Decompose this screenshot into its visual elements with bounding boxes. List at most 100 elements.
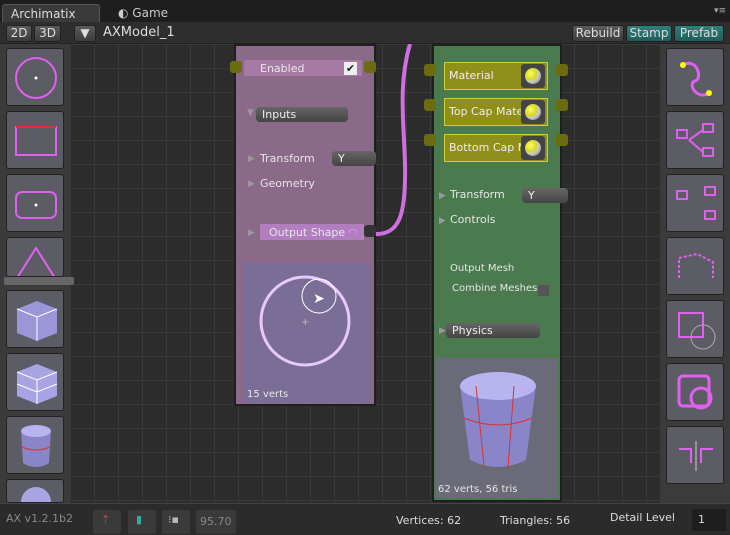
geometry-triangle-icon[interactable]: ▶ — [248, 179, 255, 189]
controls-triangle-icon[interactable]: ▶ — [439, 216, 446, 226]
rounded-rect-icon — [15, 191, 57, 219]
layout-graph-button[interactable]: ⁝▪ — [162, 510, 190, 534]
hierarchy-icon: ⁝▪ — [168, 513, 179, 526]
cube-grid-icon — [16, 364, 58, 404]
mesh-preview-stats: 62 verts, 56 tris — [438, 484, 518, 495]
detail-level-input[interactable]: 1 — [692, 509, 726, 531]
material-sphere-icon[interactable] — [521, 64, 545, 88]
offset-icon — [678, 252, 714, 278]
output-port[interactable] — [556, 99, 568, 111]
stack-up-icon: ⇡ — [101, 513, 111, 526]
material-slot: Material — [444, 62, 548, 90]
circle-shape-tool[interactable] — [6, 48, 64, 106]
physics-foldout[interactable]: Physics — [446, 323, 540, 338]
output-port[interactable] — [556, 64, 568, 76]
input-port[interactable] — [230, 61, 242, 73]
version-label: AX v1.2.1b2 — [6, 512, 74, 525]
output-mesh-label: Output Mesh — [450, 263, 515, 274]
insert-node-button[interactable]: ▮ — [128, 510, 156, 534]
output-triangle-icon[interactable]: ▶ — [248, 228, 255, 238]
cursor-icon: ➤ — [313, 291, 325, 307]
rectangle-shape-tool[interactable] — [6, 111, 64, 169]
merge-icon — [676, 123, 714, 157]
offset-shape-tool[interactable] — [666, 237, 724, 295]
cylinder-mesh-tool[interactable] — [6, 416, 64, 474]
transform-axis-select[interactable]: Y — [332, 151, 376, 166]
distributor-icon — [676, 186, 716, 220]
input-port[interactable] — [424, 99, 436, 111]
transform-triangle-icon[interactable]: ▶ — [439, 191, 446, 201]
boolean-icon — [678, 312, 716, 350]
merge-shapes-tool[interactable] — [666, 111, 724, 169]
top-cap-material-slot: Top Cap Mate — [444, 98, 548, 126]
prefab-button[interactable]: Prefab — [674, 25, 724, 42]
tab-game[interactable]: ◐ Game — [110, 4, 176, 22]
boolean-shape-tool[interactable] — [666, 300, 724, 358]
freeform-shape-tool[interactable] — [666, 48, 724, 106]
dropdown-button[interactable]: ▼ — [74, 25, 96, 42]
material-sphere-icon[interactable] — [521, 136, 545, 160]
vertices-count: Vertices: 62 — [396, 514, 462, 527]
ring-shape-tool[interactable] — [666, 363, 724, 421]
right-palette — [660, 44, 730, 503]
bottom-cap-material-slot: Bottom Cap M — [444, 134, 548, 162]
rebuild-button[interactable]: Rebuild — [572, 25, 624, 42]
sphere-mesh-tool[interactable] — [6, 479, 64, 503]
enabled-checkbox[interactable]: ✔ — [344, 62, 357, 75]
combine-meshes-checkbox[interactable] — [538, 285, 549, 296]
toolbar: 2D 3D ▼ AXModel_1 Rebuild Stamp Prefab — [0, 22, 730, 44]
shape-preview: + ➤ 15 verts — [243, 263, 369, 403]
physics-triangle-icon[interactable]: ▶ — [439, 326, 446, 336]
transform-label: Transform — [450, 188, 505, 201]
sphere-icon — [21, 487, 51, 502]
cube-icon — [16, 301, 58, 341]
left-palette — [0, 44, 74, 503]
stamp-button[interactable]: Stamp — [626, 25, 672, 42]
shape-distributor-tool[interactable] — [666, 174, 724, 232]
detail-level-label: Detail Level — [610, 511, 675, 524]
output-port[interactable] — [556, 134, 568, 146]
grid-box-mesh-tool[interactable] — [6, 353, 64, 411]
top-cap-material-label: Top Cap Mate — [449, 105, 524, 118]
mirror-shape-tool[interactable] — [666, 426, 724, 484]
palette-splitter[interactable] — [4, 277, 74, 285]
output-shape-label: Output Shape — [269, 226, 346, 239]
game-icon: ◐ — [118, 6, 133, 20]
3d-button[interactable]: 3D — [34, 25, 61, 42]
tab-archimatix[interactable]: Archimatix — [2, 4, 100, 22]
ring-icon — [677, 374, 713, 410]
2d-button[interactable]: 2D — [6, 25, 32, 42]
box-mesh-tool[interactable] — [6, 290, 64, 348]
controls-label: Controls — [450, 213, 496, 226]
shape-node[interactable]: Enabled ✔ ▼ Inputs ▶ Transform Y ▶ Geome… — [234, 44, 376, 406]
material-sphere-icon[interactable] — [521, 100, 545, 124]
cylinder-icon — [21, 425, 51, 467]
material-label: Material — [449, 69, 494, 82]
rounded-rectangle-tool[interactable] — [6, 174, 64, 232]
enabled-label: Enabled — [260, 62, 305, 75]
triangle-shape-tool[interactable] — [6, 237, 64, 277]
bottom-cap-material-label: Bottom Cap M — [449, 141, 528, 154]
triangles-count: Triangles: 56 — [500, 514, 571, 527]
shape-icon: ◠ — [348, 226, 358, 239]
status-bar: AX v1.2.1b2 ⇡ ▮ ⁝▪ 95.70 Vertices: 62 Tr… — [0, 503, 730, 535]
rectangle-icon — [15, 126, 57, 156]
input-port[interactable] — [424, 64, 436, 76]
output-shape-port[interactable] — [364, 225, 376, 237]
inputs-foldout[interactable]: Inputs — [256, 107, 348, 122]
stack-up-button[interactable]: ⇡ — [93, 510, 121, 534]
menu-icon[interactable]: ▾≡ — [714, 6, 726, 16]
mesh-node[interactable]: Material Top Cap Mate Bottom Cap M ▶ Tra… — [432, 44, 568, 502]
mesh-preview: 62 verts, 56 tris — [436, 358, 558, 498]
zoom-readout: 95.70 — [196, 510, 236, 534]
output-port[interactable] — [364, 61, 376, 73]
triangle-icon — [17, 246, 55, 276]
insert-icon: ▮ — [136, 513, 143, 526]
tab-game-label: Game — [132, 6, 169, 20]
transform-triangle-icon[interactable]: ▶ — [248, 154, 255, 164]
circle-icon — [15, 57, 57, 99]
spline-icon — [680, 61, 712, 97]
inputs-triangle-icon[interactable]: ▼ — [247, 108, 254, 118]
input-port[interactable] — [424, 134, 436, 146]
transform-axis-select[interactable]: Y — [522, 188, 568, 203]
